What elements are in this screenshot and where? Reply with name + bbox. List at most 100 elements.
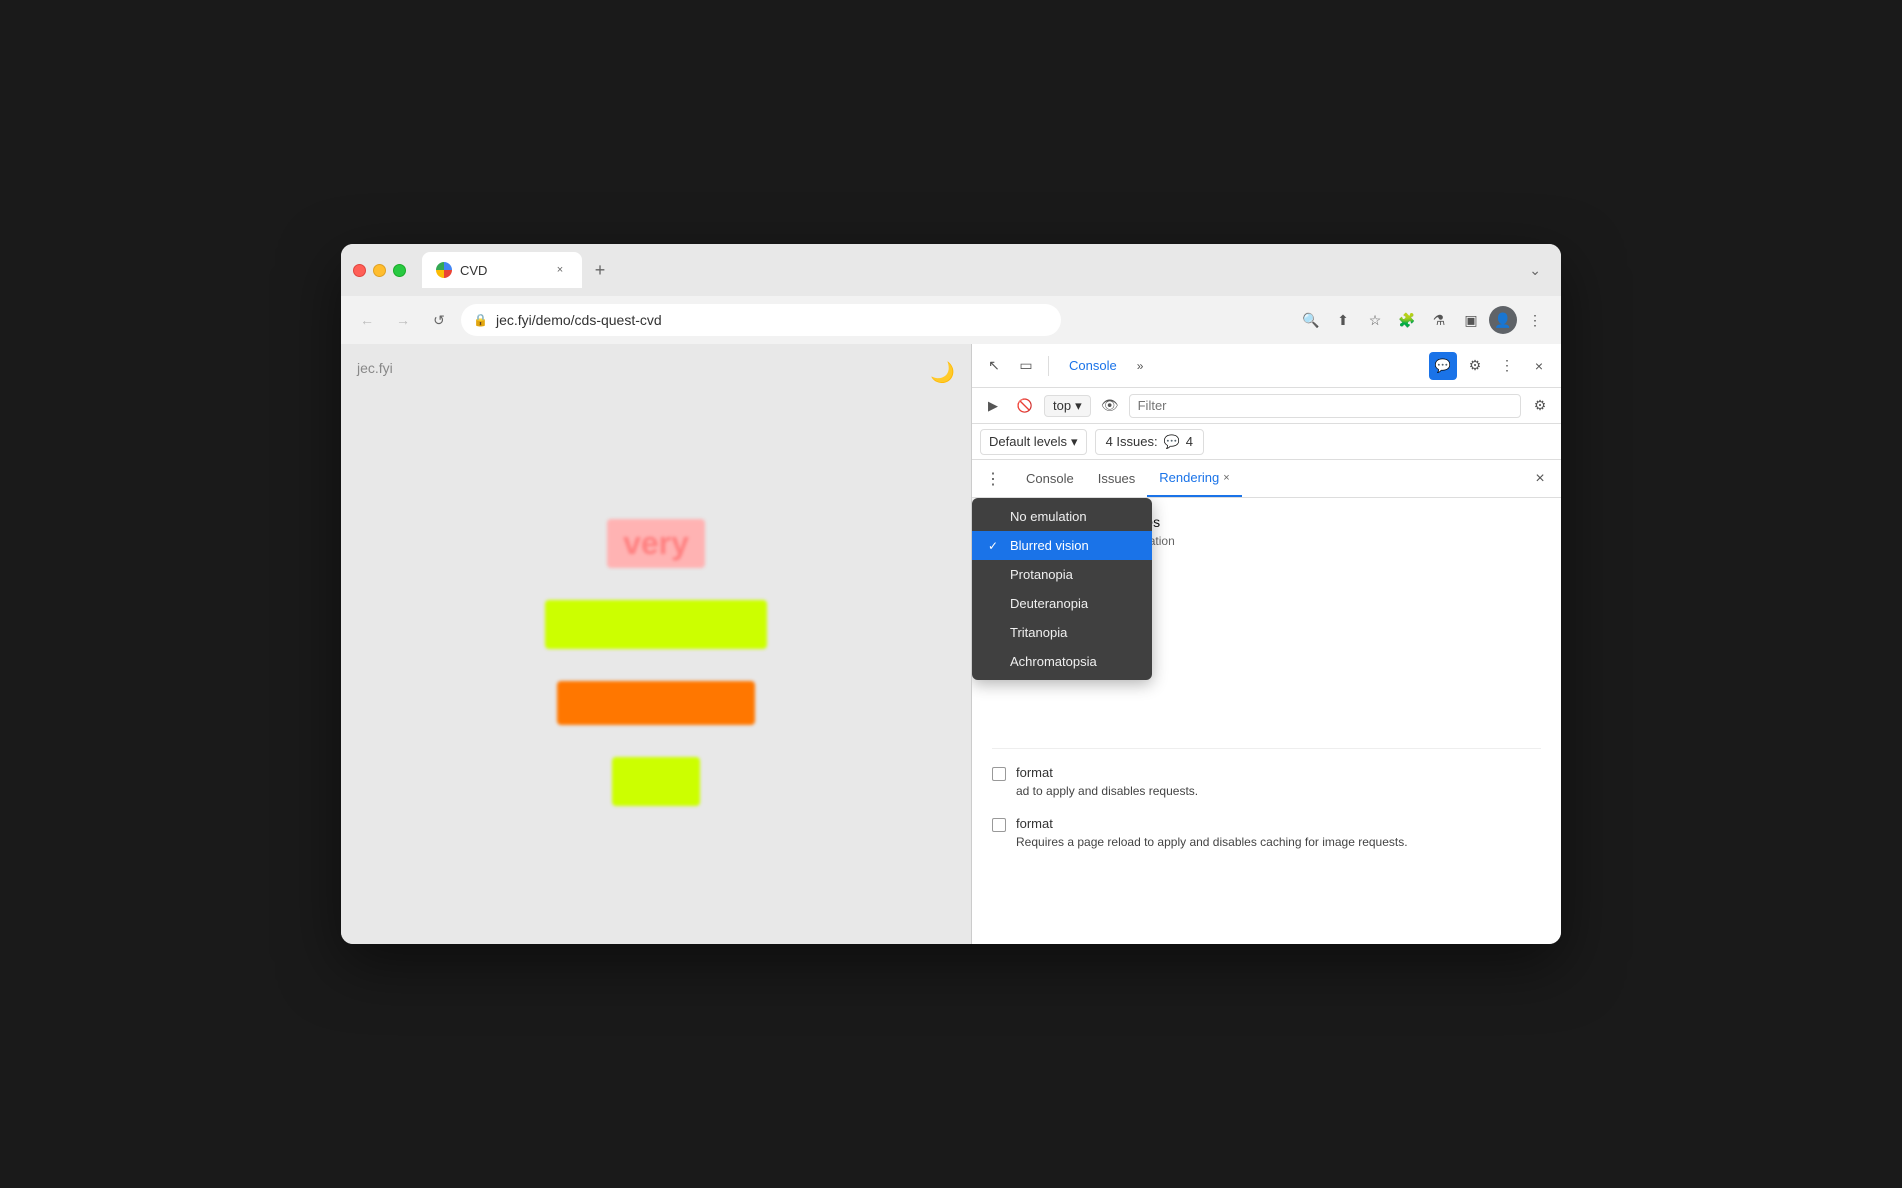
back-icon: ← bbox=[360, 312, 374, 328]
bookmark-icon: ☆ bbox=[1369, 312, 1382, 329]
extension2-button[interactable]: ⚗ bbox=[1425, 306, 1453, 334]
gear-icon: ⚙ bbox=[1469, 357, 1482, 374]
sub-tabs: ⋮ Console Issues Rendering × × bbox=[972, 460, 1561, 498]
webpage: jec.fyi 🌙 very inaccessible low-contrast… bbox=[341, 344, 971, 944]
context-chevron-icon: ▾ bbox=[1075, 398, 1082, 414]
more-tabs-icon: » bbox=[1137, 359, 1144, 373]
play-icon: ▶ bbox=[988, 398, 998, 414]
address-bar: ← → ↺ 🔒 jec.fyi/demo/cds-quest-cvd 🔍 ⬆ ☆… bbox=[341, 296, 1561, 344]
ban-button[interactable]: 🚫 bbox=[1012, 393, 1038, 419]
eye-icon: 👁 bbox=[1101, 397, 1119, 414]
devtools-close-button[interactable]: × bbox=[1525, 352, 1553, 380]
tab-rendering[interactable]: Rendering × bbox=[1147, 460, 1241, 497]
tab-rendering-close-button[interactable]: × bbox=[1223, 472, 1229, 484]
devtools-toolbar: ↖ ▭ Console » 💬 bbox=[972, 344, 1561, 388]
forward-icon: → bbox=[396, 312, 410, 328]
forward-button[interactable]: → bbox=[389, 306, 417, 334]
close-all-tabs-button[interactable]: × bbox=[1527, 466, 1553, 492]
checkbox-local-fonts[interactable] bbox=[992, 767, 1006, 781]
sidebar-button[interactable]: ▣ bbox=[1457, 306, 1485, 334]
devtools-settings-button[interactable]: ⚙ bbox=[1461, 352, 1489, 380]
close-icon: × bbox=[1535, 358, 1543, 374]
word-row-text: text bbox=[397, 757, 915, 806]
back-button[interactable]: ← bbox=[353, 306, 381, 334]
play-button[interactable]: ▶ bbox=[980, 393, 1006, 419]
profile-icon: 👤 bbox=[1494, 312, 1511, 329]
dropdown-item-no-emulation[interactable]: No emulation bbox=[972, 502, 1152, 531]
traffic-lights bbox=[353, 264, 406, 277]
dropdown-item-achromatopsia[interactable]: Achromatopsia bbox=[972, 647, 1152, 676]
device-tool-button[interactable]: ▭ bbox=[1012, 352, 1040, 380]
profile-button[interactable]: 👤 bbox=[1489, 306, 1517, 334]
tab-bar: CVD × + ⌄ bbox=[422, 252, 1549, 288]
title-bar: CVD × + ⌄ bbox=[341, 244, 1561, 296]
minimize-traffic-light[interactable] bbox=[373, 264, 386, 277]
check-mark-selected: ✓ bbox=[988, 539, 1002, 553]
webpage-brand: jec.fyi bbox=[357, 360, 955, 376]
eye-button[interactable]: 👁 bbox=[1097, 393, 1123, 419]
word-low-contrast: low-contrast bbox=[557, 681, 755, 725]
lock-icon: 🔒 bbox=[473, 313, 488, 327]
checkbox-image-cache[interactable] bbox=[992, 818, 1006, 832]
tab-title: CVD bbox=[460, 263, 544, 278]
tabs-more-button[interactable]: » bbox=[1131, 355, 1150, 377]
new-tab-button[interactable]: + bbox=[586, 256, 614, 284]
sub-tab-menu-button[interactable]: ⋮ bbox=[980, 466, 1006, 492]
close-traffic-light[interactable] bbox=[353, 264, 366, 277]
issues-count-value: 4 bbox=[1186, 434, 1193, 449]
dropdown-item-protanopia[interactable]: Protanopia bbox=[972, 560, 1152, 589]
dropdown-item-tritanopia[interactable]: Tritanopia bbox=[972, 618, 1152, 647]
checkbox-2-text: format Requires a page reload to apply a… bbox=[1016, 816, 1408, 851]
default-levels-dropdown[interactable]: Default levels ▾ bbox=[980, 429, 1087, 455]
default-levels-label: Default levels bbox=[989, 434, 1067, 449]
more-menu-button[interactable]: ⋮ bbox=[1521, 306, 1549, 334]
maximize-traffic-light[interactable] bbox=[393, 264, 406, 277]
filter-input[interactable] bbox=[1129, 394, 1521, 418]
cursor-icon: ↖ bbox=[988, 357, 1000, 374]
search-button[interactable]: 🔍 bbox=[1297, 306, 1325, 334]
bookmark-button[interactable]: ☆ bbox=[1361, 306, 1389, 334]
cursor-tool-button[interactable]: ↖ bbox=[980, 352, 1008, 380]
tab-console[interactable]: Console bbox=[1057, 354, 1129, 377]
toolbar-divider bbox=[1048, 356, 1049, 376]
extensions-button[interactable]: 🧩 bbox=[1393, 306, 1421, 334]
tab-console-sub[interactable]: Console bbox=[1014, 460, 1086, 497]
sidebar-icon: ▣ bbox=[1464, 312, 1477, 329]
issues-count-button[interactable]: 4 Issues: 💬 4 bbox=[1095, 429, 1204, 455]
console-settings-button[interactable]: ⚙ bbox=[1527, 393, 1553, 419]
address-input[interactable]: 🔒 jec.fyi/demo/cds-quest-cvd bbox=[461, 304, 1061, 336]
word-very: very bbox=[607, 519, 705, 568]
devtools-more-button[interactable]: ⋮ bbox=[1493, 352, 1521, 380]
reload-icon: ↺ bbox=[433, 312, 445, 329]
close-all-icon: × bbox=[1535, 470, 1544, 488]
rendering-panel[interactable]: Emulate vision deficiencies Forces visio… bbox=[972, 498, 1561, 944]
device-icon: ▭ bbox=[1019, 357, 1032, 374]
share-button[interactable]: ⬆ bbox=[1329, 306, 1357, 334]
more-icon: ⋮ bbox=[1528, 312, 1542, 329]
devtools-tabs: Console » bbox=[1057, 354, 1425, 377]
console-toolbar: ▶ 🚫 top ▾ 👁 ⚙ bbox=[972, 388, 1561, 424]
checkbox-row-1: format ad to apply and disables requests… bbox=[992, 765, 1541, 800]
checkbox-1-text: format ad to apply and disables requests… bbox=[1016, 765, 1198, 800]
search-icon: 🔍 bbox=[1302, 312, 1319, 329]
tab-close-button[interactable]: × bbox=[552, 262, 568, 278]
dropdown-item-blurred-vision[interactable]: ✓ Blurred vision bbox=[972, 531, 1152, 560]
checkbox-section: format ad to apply and disables requests… bbox=[992, 748, 1541, 851]
word-row-inaccessible: inaccessible bbox=[397, 600, 915, 649]
context-selector[interactable]: top ▾ bbox=[1044, 395, 1091, 417]
issues-bar: Default levels ▾ 4 Issues: 💬 4 bbox=[972, 424, 1561, 460]
tab-bar-right: ⌄ bbox=[1521, 258, 1549, 283]
vision-emulation-dropdown[interactable]: No emulation ✓ Blurred vision Protanopia… bbox=[972, 498, 1152, 680]
messages-button[interactable]: 💬 bbox=[1429, 352, 1457, 380]
address-actions: 🔍 ⬆ ☆ 🧩 ⚗ ▣ 👤 ⋮ bbox=[1297, 306, 1549, 334]
tab-chevron-icon[interactable]: ⌄ bbox=[1521, 258, 1549, 283]
moon-icon: 🌙 bbox=[930, 360, 955, 385]
active-tab[interactable]: CVD × bbox=[422, 252, 582, 288]
ban-icon: 🚫 bbox=[1017, 398, 1033, 414]
devtools-panel: ↖ ▭ Console » 💬 bbox=[971, 344, 1561, 944]
default-levels-chevron-icon: ▾ bbox=[1071, 434, 1078, 450]
dropdown-item-deuteranopia[interactable]: Deuteranopia bbox=[972, 589, 1152, 618]
tab-issues[interactable]: Issues bbox=[1086, 460, 1148, 497]
word-text: text bbox=[612, 757, 701, 806]
reload-button[interactable]: ↺ bbox=[425, 306, 453, 334]
